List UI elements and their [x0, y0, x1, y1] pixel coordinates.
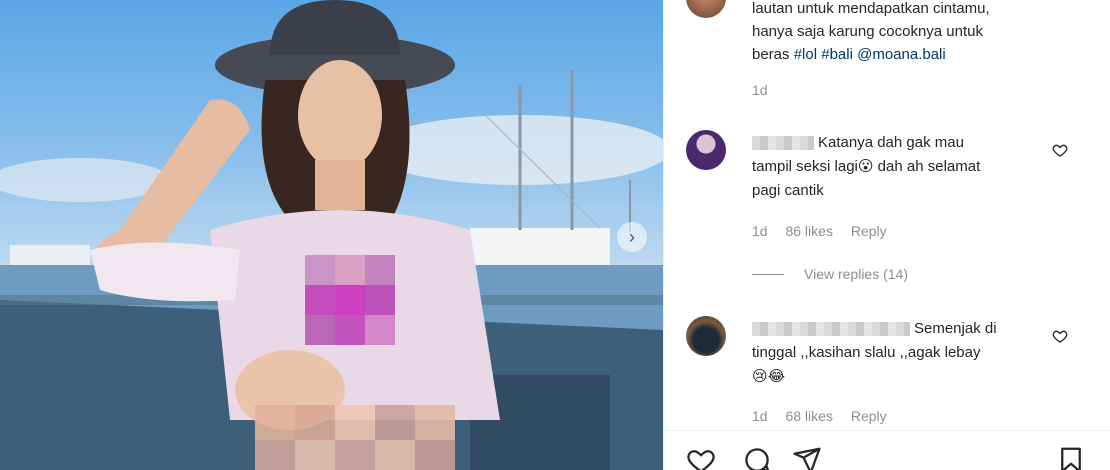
mention-moana-bali[interactable]: @moana.bali: [857, 46, 946, 63]
post-caption: lautan untuk mendapatkan cintamu, hanya …: [752, 0, 1012, 66]
reply-button[interactable]: Reply: [851, 408, 887, 424]
comment-text: Semenjak di: [914, 320, 997, 337]
replies-line: [752, 273, 784, 275]
comment-text: 😢😂: [752, 368, 786, 385]
carousel-next-button[interactable]: ›: [617, 222, 647, 252]
caption-line: hanya saja karung cocoknya untuk: [752, 23, 983, 40]
caption-line: lautan untuk mendapatkan cintamu,: [752, 0, 990, 17]
post-time[interactable]: 1d: [752, 82, 768, 98]
reply-button[interactable]: Reply: [851, 223, 887, 239]
comments-panel: lautan untuk mendapatkan cintamu, hanya …: [664, 0, 1110, 470]
heart-icon[interactable]: [686, 445, 716, 470]
commenter-avatar[interactable]: [686, 316, 726, 356]
hashtag-bali[interactable]: #bali: [821, 46, 853, 63]
comment-text: tampil seksi lagi😮 dah ah selamat: [752, 158, 981, 175]
poster-avatar[interactable]: [686, 0, 726, 18]
post-meta: 1d: [752, 82, 782, 98]
photo-illustration: [0, 0, 663, 470]
commenter-username-blurred[interactable]: [752, 322, 910, 337]
comment-likes[interactable]: 86 likes: [785, 223, 832, 239]
bookmark-icon[interactable]: [1056, 445, 1086, 470]
hashtag-lol[interactable]: #lol: [794, 46, 817, 63]
comment-text: pagi cantik: [752, 182, 824, 199]
comment-text: tinggal ,,kasihan slalu ,,agak lebay: [752, 344, 981, 361]
comment-icon[interactable]: [742, 445, 772, 470]
caption-line: beras #lol #bali @moana.bali: [752, 43, 1012, 66]
commenter-avatar[interactable]: [686, 130, 726, 170]
send-icon[interactable]: [792, 445, 822, 470]
comment-meta: 1d 68 likes Reply: [752, 408, 901, 424]
commenter-username-blurred[interactable]: [752, 136, 814, 151]
view-replies-button[interactable]: View replies (14): [752, 266, 908, 282]
comment: Katanya dah gak mau tampil seksi lagi😮 d…: [752, 131, 1042, 203]
view-replies-label: View replies (14): [804, 266, 909, 282]
comment-likes[interactable]: 68 likes: [785, 408, 832, 424]
caption-text: beras: [752, 46, 794, 63]
comment-meta: 1d 86 likes Reply: [752, 223, 901, 239]
heart-icon[interactable]: [1052, 142, 1068, 158]
comment-time[interactable]: 1d: [752, 223, 768, 239]
post-actions-bar: [664, 430, 1110, 470]
post-photo[interactable]: ›: [0, 0, 663, 470]
comment-text: Katanya dah gak mau: [818, 134, 964, 151]
comment-time[interactable]: 1d: [752, 408, 768, 424]
heart-icon[interactable]: [1052, 328, 1068, 344]
chevron-right-icon: ›: [629, 226, 635, 247]
comment: Semenjak di tinggal ,,kasihan slalu ,,ag…: [752, 317, 1042, 389]
